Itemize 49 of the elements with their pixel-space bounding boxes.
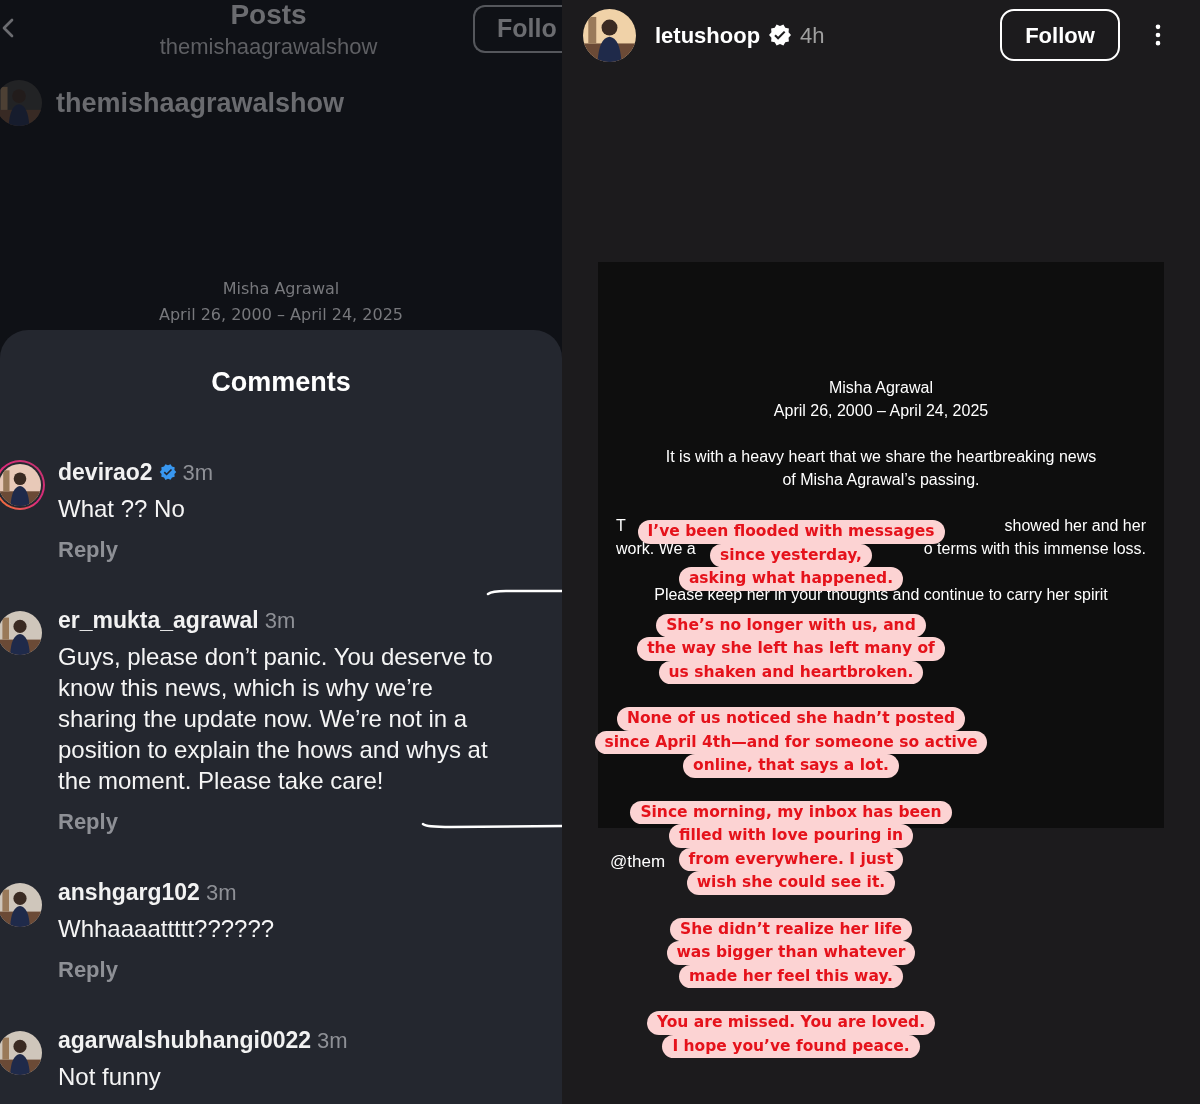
comment-text: What ?? No [58, 494, 186, 524]
sticker-text: the way she left has left many of [637, 637, 945, 661]
card-text: T [616, 516, 626, 536]
comment-username[interactable]: er_mukta_agrawal [58, 602, 259, 638]
sticker-text: us shaken and heartbroken. [658, 660, 924, 684]
comment-text: Guys, please don’t panic. You deserve to know this news, which is why we’re sharing the update now. We’re not in a position to explain the hows and whys at the moment. Please take care! [58, 642, 494, 796]
sticker-text: Since morning, my inbox has been [630, 800, 952, 824]
sheet-title: Comments [211, 366, 351, 399]
sticker-text: since yesterday, [710, 543, 872, 567]
sticker-text: since April 4th—and for someone so active [594, 730, 988, 754]
comment-text: Not funny [58, 1062, 162, 1092]
sticker-text: She didn’t realize her life [670, 917, 912, 941]
comment-time: 3m [264, 606, 296, 635]
sticker-text: filled with love pouring in [668, 824, 914, 848]
page-title: Posts [230, 0, 307, 30]
card-text: It is with a heavy heart that we share the heartbreaking news [665, 447, 1097, 467]
sticker-text: was bigger than whatever [666, 941, 916, 965]
mention-text: @them [610, 851, 666, 873]
card-text: showed her and her [1004, 516, 1146, 536]
comment-time: 3m [205, 878, 237, 907]
card-text: of Misha Agrawal’s passing. [782, 470, 980, 490]
reply-link[interactable]: Reply [58, 955, 118, 985]
story-ring[interactable] [0, 460, 45, 510]
post-author[interactable]: themishaagrawalshow [56, 82, 345, 124]
story-time: 4h [800, 21, 825, 50]
comment-time: 3m [182, 458, 214, 487]
sticker-text: from everywhere. I just [678, 847, 904, 871]
sticker-text: asking what happened. [678, 567, 904, 591]
sticker-text: You are missed. You are loved. [646, 1011, 936, 1035]
comment-time: 3m [317, 1026, 348, 1055]
sticker-text: She’s no longer with us, and [656, 613, 926, 637]
reply-link[interactable]: Reply [58, 807, 118, 837]
post-text: April 26, 2000 – April 24, 2025 [159, 304, 403, 326]
sticker-text: I hope you’ve found peace. [662, 1034, 920, 1058]
sticker-text: wish she could see it. [686, 871, 896, 895]
comment-username[interactable]: agarwalshubhangi0022 [58, 1022, 312, 1058]
reply-link[interactable]: Reply [58, 535, 118, 565]
sticker-text: online, that says a lot. [683, 754, 899, 778]
page-subtitle: themishaagrawalshow [159, 33, 378, 61]
comment-username[interactable]: anshgarg102 [58, 874, 200, 910]
post-text: Misha Agrawal [222, 278, 340, 300]
sticker-text: None of us noticed she hadn’t posted [616, 707, 966, 731]
story-username[interactable]: letushoop [655, 18, 761, 52]
sticker-text: made her feel this way. [679, 964, 903, 988]
comment-text: Whhaaaattttt?????? [58, 914, 276, 944]
card-text: Misha Agrawal [828, 378, 933, 398]
follow-button[interactable]: Follow [1000, 9, 1120, 61]
card-text: April 26, 2000 – April 24, 2025 [773, 401, 989, 421]
comment-username[interactable]: devirao2 [58, 454, 153, 490]
